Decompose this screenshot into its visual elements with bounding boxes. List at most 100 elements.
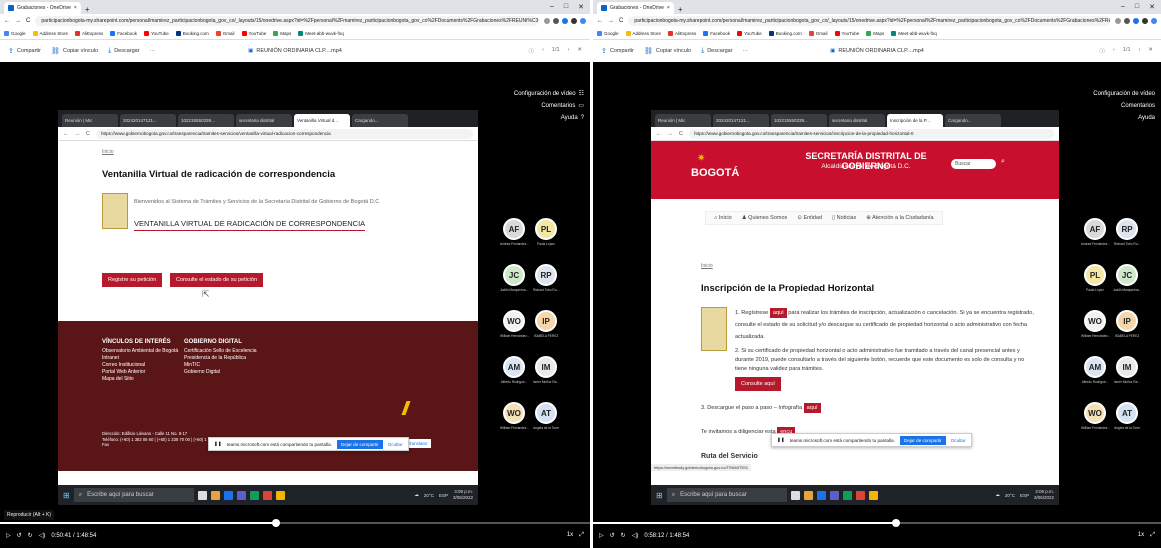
close-viewer-icon[interactable]: ✕ <box>577 47 582 55</box>
bookmark[interactable]: Gmail <box>215 31 235 36</box>
controls-row: ▷ ↺ ↻ ◁) 0:50:41 / 1:48:54 1x ⤢ <box>6 532 584 539</box>
share-icon[interactable] <box>544 18 550 24</box>
speed-icon[interactable]: 1x <box>1138 532 1144 539</box>
fullscreen-icon[interactable]: ⤢ <box>579 532 584 539</box>
copy-link-button[interactable]: ⛓ Copiar vínculo <box>51 47 98 55</box>
bookmark[interactable]: Address Store <box>32 31 68 36</box>
comments-button[interactable]: Comentarios <box>1093 100 1155 112</box>
bookmark[interactable]: Google <box>4 31 26 36</box>
new-tab-button[interactable]: + <box>674 5 687 14</box>
seek-knob[interactable] <box>892 519 901 527</box>
share-icon[interactable] <box>1115 18 1121 24</box>
extension-icon[interactable] <box>562 18 568 24</box>
video-settings-button[interactable]: Configuración de vídeo <box>1093 88 1155 100</box>
puzzle-icon[interactable] <box>1142 18 1148 24</box>
volume-icon[interactable]: ◁) <box>632 532 639 539</box>
forward-icon[interactable]: → <box>15 18 21 24</box>
bookmark[interactable]: Google <box>597 31 619 36</box>
maximize-icon[interactable]: □ <box>1135 3 1139 11</box>
close-icon[interactable]: × <box>667 5 670 11</box>
download-button[interactable]: ⤓ Descargar <box>108 47 139 55</box>
forward-icon[interactable]: ↻ <box>621 532 626 539</box>
bookmark[interactable]: Address Store <box>625 31 661 36</box>
help-button[interactable]: Ayuda? <box>514 112 584 124</box>
star-icon[interactable] <box>1124 18 1130 24</box>
comments-button[interactable]: Comentarios ▭ <box>514 100 584 112</box>
close-icon[interactable]: × <box>74 5 77 11</box>
download-button[interactable]: ⤓ Descargar <box>701 47 732 55</box>
share-button[interactable]: ⇪ Compartir <box>8 47 41 55</box>
star-icon[interactable] <box>553 18 559 24</box>
profile-icon[interactable] <box>1151 18 1157 24</box>
help-button[interactable]: Ayuda <box>1093 112 1155 124</box>
propiedad-horizontal-page: BOGOTÁ ✷ SECRETARÍA DISTRITAL DE GOBIERN… <box>651 141 1059 471</box>
info-icon[interactable]: ⓘ <box>1100 47 1106 55</box>
play-icon[interactable]: ▷ <box>6 532 11 539</box>
play-icon[interactable]: ▷ <box>599 532 604 539</box>
seek-bar[interactable] <box>0 519 590 527</box>
bookmark[interactable]: Facebook <box>110 31 137 36</box>
forward-icon[interactable]: ↻ <box>28 532 33 539</box>
seek-bar[interactable] <box>593 519 1161 527</box>
bookmark[interactable]: YouTube <box>144 31 169 36</box>
bookmark[interactable]: Meet-abb-wuvk-fnq <box>298 31 344 36</box>
forward-icon[interactable]: → <box>608 18 614 24</box>
bookmark[interactable]: AliExpress <box>75 31 103 36</box>
video-settings-button[interactable]: Configuración de vídeo ☷ <box>514 88 584 100</box>
recorded-screen: Reunión | Mic 202420147121... 1022155503… <box>651 110 1059 505</box>
forward-icon: → <box>74 130 81 137</box>
participant-tile: PL Paula López <box>1081 264 1109 292</box>
onedrive-icon <box>8 5 14 11</box>
puzzle-icon[interactable] <box>571 18 577 24</box>
maximize-icon[interactable]: □ <box>564 3 568 11</box>
bookmark[interactable]: Gmail <box>808 31 828 36</box>
bookmark[interactable]: Booking.com <box>175 31 209 36</box>
back-icon[interactable]: ← <box>597 18 603 24</box>
bookmark[interactable]: YouTube <box>834 31 859 36</box>
speed-icon[interactable]: 1x <box>567 532 573 539</box>
browser-tab[interactable]: Grabaciones - OneDrive × <box>4 2 81 14</box>
rewind-icon[interactable]: ↺ <box>610 532 615 539</box>
close-window-icon[interactable]: ✕ <box>578 3 584 11</box>
close-viewer-icon[interactable]: ✕ <box>1148 47 1153 55</box>
info-icon[interactable]: ⓘ <box>529 47 535 55</box>
bookmark[interactable]: Booking.com <box>768 31 802 36</box>
copy-link-button[interactable]: ⛓ Copiar vínculo <box>644 47 691 55</box>
bookmark[interactable]: YouTube <box>241 31 266 36</box>
step-3: 3. Descargue el paso a paso – Infografía… <box>701 403 821 413</box>
back-icon[interactable]: ← <box>4 18 10 24</box>
volume-icon[interactable]: ◁) <box>39 532 46 539</box>
close-window-icon[interactable]: ✕ <box>1149 3 1155 11</box>
inner-tab: Cargando... <box>945 114 1001 127</box>
next-icon[interactable]: › <box>568 47 570 55</box>
minimize-icon[interactable]: – <box>1121 3 1125 11</box>
prev-icon[interactable]: ‹ <box>542 47 544 55</box>
profile-icon[interactable] <box>580 18 586 24</box>
url-field[interactable]: participacionbogota-my.sharepoint.com/pe… <box>628 16 1110 26</box>
fullscreen-icon[interactable]: ⤢ <box>1150 532 1155 539</box>
bookmark[interactable]: AliExpress <box>668 31 696 36</box>
url-field[interactable]: participacionbogota-my.sharepoint.com/pe… <box>35 16 539 26</box>
nav-citizen: ⊕ Atención a la Ciudadanía <box>866 215 934 221</box>
next-icon[interactable]: › <box>1139 47 1141 55</box>
extension-icon[interactable] <box>1133 18 1139 24</box>
address-bar-row: ← → C participacionbogota-my.sharepoint.co… <box>593 14 1161 28</box>
reload-icon[interactable]: C <box>26 18 30 24</box>
browser-tab[interactable]: Grabaciones - OneDrive × <box>597 2 674 14</box>
new-tab-button[interactable]: + <box>81 5 94 14</box>
minimize-icon[interactable]: – <box>550 3 554 11</box>
bookmark[interactable]: YouTube <box>737 31 762 36</box>
video-file-icon: ▣ <box>248 48 254 54</box>
seek-knob[interactable] <box>271 519 280 527</box>
rewind-icon[interactable]: ↺ <box>17 532 22 539</box>
bookmark[interactable]: Meet-abb-wuvk-fnq <box>891 31 937 36</box>
play-tooltip: Reproducir (Alt + K) <box>4 510 55 520</box>
bookmark[interactable]: Facebook <box>703 31 730 36</box>
bookmark[interactable]: Maps <box>866 31 884 36</box>
more-button[interactable]: ··· <box>743 48 749 54</box>
bookmark[interactable]: Maps <box>273 31 291 36</box>
more-button[interactable]: ··· <box>150 48 156 54</box>
prev-icon[interactable]: ‹ <box>1113 47 1115 55</box>
reload-icon[interactable]: C <box>619 18 623 24</box>
share-button[interactable]: ⇪ Compartir <box>601 47 634 55</box>
